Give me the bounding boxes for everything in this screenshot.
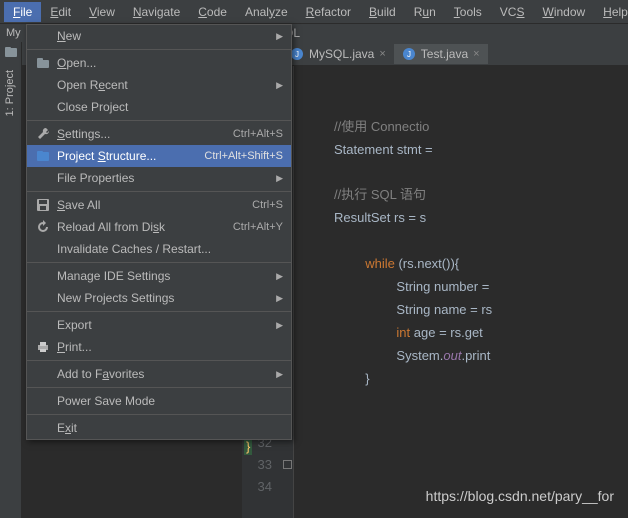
shortcut-label: Ctrl+Alt+Shift+S: [204, 150, 283, 162]
menu-edit[interactable]: Edit: [41, 2, 80, 22]
reload-icon: [35, 219, 51, 235]
menu-item-label: Power Save Mode: [57, 394, 283, 408]
menu-item-exit[interactable]: Exit: [27, 417, 291, 439]
menu-refactor[interactable]: Refactor: [297, 2, 360, 22]
menu-item-export[interactable]: Export ▶: [27, 314, 291, 336]
menu-item-label: Settings...: [57, 127, 227, 141]
structure-icon: [35, 148, 51, 164]
tool-window-bar: 1: Project: [0, 42, 22, 518]
menu-separator: [27, 311, 291, 312]
menu-code[interactable]: Code: [189, 2, 236, 22]
submenu-arrow-icon: ▶: [276, 80, 283, 91]
code-area[interactable]: //使用 Connectio Statement stmt = //执行 SQL…: [294, 66, 628, 518]
menu-separator: [27, 49, 291, 50]
menu-view[interactable]: View: [80, 2, 124, 22]
menu-item-invalidate-caches-restart[interactable]: Invalidate Caches / Restart...: [27, 238, 291, 260]
submenu-arrow-icon: ▶: [276, 320, 283, 331]
close-icon[interactable]: ×: [473, 48, 479, 60]
menu-separator: [27, 360, 291, 361]
svg-text:J: J: [407, 50, 411, 59]
java-icon: J: [290, 47, 304, 61]
menu-item-label: Invalidate Caches / Restart...: [57, 242, 283, 256]
menu-item-label: Reload All from Disk: [57, 220, 227, 234]
submenu-arrow-icon: ▶: [276, 369, 283, 380]
save-icon: [35, 197, 51, 213]
menu-item-power-save-mode[interactable]: Power Save Mode: [27, 390, 291, 412]
close-icon[interactable]: ×: [379, 48, 385, 60]
menu-item-label: Open...: [57, 56, 283, 70]
menu-item-save-all[interactable]: Save All Ctrl+S: [27, 194, 291, 216]
menu-separator: [27, 387, 291, 388]
menu-item-label: Manage IDE Settings: [57, 269, 270, 283]
shortcut-label: Ctrl+Alt+Y: [233, 221, 283, 233]
menu-file[interactable]: File: [4, 2, 41, 22]
print-icon: [35, 339, 51, 355]
menu-item-close-project[interactable]: Close Project: [27, 96, 291, 118]
menu-build[interactable]: Build: [360, 2, 405, 22]
menu-item-label: Project Structure...: [57, 149, 198, 163]
menu-item-label: New Projects Settings: [57, 291, 270, 305]
shortcut-label: Ctrl+S: [252, 199, 283, 211]
menu-item-new[interactable]: New ▶: [27, 25, 291, 47]
submenu-arrow-icon: ▶: [276, 293, 283, 304]
editor-tab[interactable]: JMySQL.java×: [282, 44, 394, 64]
fold-marker[interactable]: [283, 460, 292, 469]
menu-item-label: Print...: [57, 340, 283, 354]
shortcut-label: Ctrl+Alt+S: [233, 128, 283, 140]
menu-item-print[interactable]: Print...: [27, 336, 291, 358]
menu-item-label: Save All: [57, 198, 246, 212]
breadcrumb-my: My: [6, 27, 21, 39]
menu-item-open-recent[interactable]: Open Recent ▶: [27, 74, 291, 96]
menu-tools[interactable]: Tools: [445, 2, 491, 22]
menu-window[interactable]: Window: [533, 2, 594, 22]
submenu-arrow-icon: ▶: [276, 271, 283, 282]
menu-item-label: New: [57, 29, 270, 43]
submenu-arrow-icon: ▶: [276, 173, 283, 184]
menu-separator: [27, 414, 291, 415]
menu-item-label: Exit: [57, 421, 283, 435]
menu-item-reload-all-from-disk[interactable]: Reload All from Disk Ctrl+Alt+Y: [27, 216, 291, 238]
menu-item-new-projects-settings[interactable]: New Projects Settings ▶: [27, 287, 291, 309]
java-icon: J: [402, 47, 416, 61]
menu-item-settings[interactable]: Settings... Ctrl+Alt+S: [27, 123, 291, 145]
watermark: https://blog.csdn.net/pary__for: [426, 488, 614, 504]
menu-separator: [27, 262, 291, 263]
menu-help[interactable]: Help: [594, 2, 628, 22]
menu-item-project-structure[interactable]: Project Structure... Ctrl+Alt+Shift+S: [27, 145, 291, 167]
menu-run[interactable]: Run: [405, 2, 445, 22]
wrench-icon: [35, 126, 51, 142]
menu-item-file-properties[interactable]: File Properties ▶: [27, 167, 291, 189]
menu-separator: [27, 120, 291, 121]
menu-item-add-to-favorites[interactable]: Add to Favorites ▶: [27, 363, 291, 385]
menu-analyze[interactable]: Analyze: [236, 2, 297, 22]
menu-item-label: File Properties: [57, 171, 270, 185]
menubar: FileEditViewNavigateCodeAnalyzeRefactorB…: [0, 0, 628, 24]
file-menu-dropdown: New ▶ Open... Open Recent ▶ Close Project Sett…: [26, 24, 292, 440]
folder-icon: [35, 55, 51, 71]
menu-item-label: Add to Favorites: [57, 367, 270, 381]
editor-tab[interactable]: JTest.java×: [394, 44, 488, 64]
menu-item-label: Open Recent: [57, 78, 270, 92]
svg-text:J: J: [295, 50, 299, 59]
menu-item-open[interactable]: Open...: [27, 52, 291, 74]
menu-item-label: Export: [57, 318, 270, 332]
menu-item-label: Close Project: [57, 100, 283, 114]
menu-separator: [27, 191, 291, 192]
submenu-arrow-icon: ▶: [276, 31, 283, 42]
menu-vcs[interactable]: VCS: [491, 2, 534, 22]
menu-item-manage-ide-settings[interactable]: Manage IDE Settings ▶: [27, 265, 291, 287]
project-icon: [3, 44, 19, 60]
menu-navigate[interactable]: Navigate: [124, 2, 189, 22]
project-tool-tab[interactable]: 1: Project: [0, 62, 20, 124]
